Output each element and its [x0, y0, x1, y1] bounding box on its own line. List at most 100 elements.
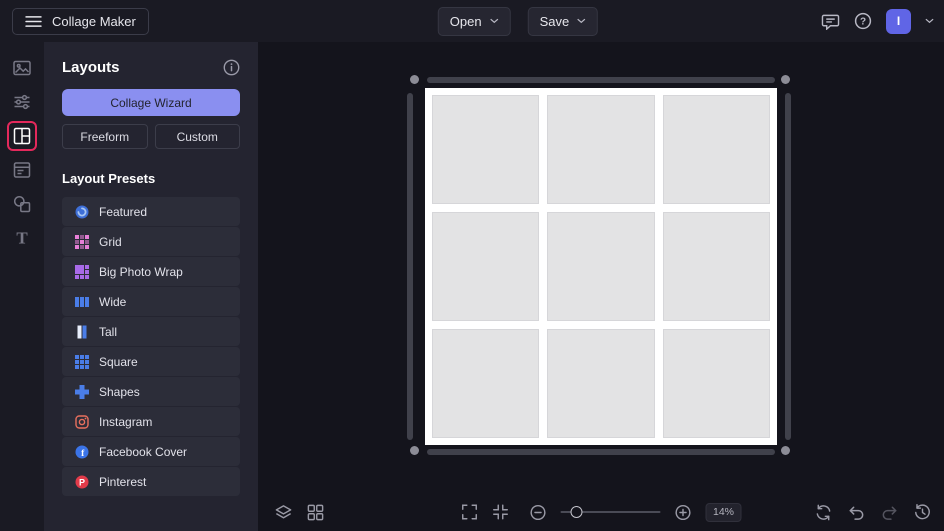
graphics-icon [12, 194, 32, 214]
zoom-slider-knob[interactable] [571, 506, 583, 518]
collage-canvas[interactable] [425, 88, 777, 445]
text-icon: T [12, 228, 32, 248]
preset-item-square[interactable]: Square [62, 347, 240, 376]
collage-cell[interactable] [663, 212, 770, 321]
redo-icon[interactable] [880, 503, 899, 522]
preset-item-big-photo-wrap[interactable]: Big Photo Wrap [62, 257, 240, 286]
save-button-label: Save [540, 14, 570, 29]
layouts-icon [12, 126, 32, 146]
info-icon[interactable] [223, 59, 240, 76]
canvas-corner-handle-bottom-right[interactable] [781, 446, 790, 455]
rail-item-graphics[interactable] [9, 191, 35, 217]
save-button[interactable]: Save [528, 7, 599, 36]
rail-item-photos[interactable] [9, 55, 35, 81]
collage-cell[interactable] [432, 95, 539, 204]
tool-rail: T [0, 42, 44, 531]
shapes-icon [75, 385, 89, 399]
zoom-out-icon[interactable] [529, 503, 548, 522]
collage-wizard-button[interactable]: Collage Wizard [62, 89, 240, 116]
refresh-canvas-icon[interactable] [814, 503, 833, 522]
preset-item-instagram[interactable]: Instagram [62, 407, 240, 436]
feedback-chat-icon[interactable] [821, 13, 840, 30]
canvas-resize-handle-right[interactable] [785, 93, 791, 440]
preset-item-featured[interactable]: Featured [62, 197, 240, 226]
open-button-label: Open [450, 14, 482, 29]
canvas-resize-handle-top[interactable] [427, 77, 775, 83]
app-title: Collage Maker [52, 14, 136, 29]
preset-item-facebook-cover[interactable]: f Facebook Cover [62, 437, 240, 466]
fit-to-screen-icon[interactable] [492, 503, 510, 521]
chevron-down-icon [577, 18, 586, 24]
canvas-corner-handle-top-right[interactable] [781, 75, 790, 84]
pinterest-icon: P [75, 475, 89, 489]
rail-item-layouts[interactable] [9, 123, 35, 149]
panel-title: Layouts [62, 59, 120, 76]
svg-text:?: ? [860, 17, 866, 28]
photos-icon [12, 58, 32, 78]
preset-label: Big Photo Wrap [99, 265, 183, 279]
preset-label: Shapes [99, 385, 140, 399]
chevron-down-icon [490, 18, 499, 24]
preset-label: Wide [99, 295, 126, 309]
help-icon[interactable]: ? [854, 12, 872, 30]
collage-cell[interactable] [547, 329, 654, 438]
zoom-level-value[interactable]: 14% [706, 503, 742, 522]
wide-icon [75, 295, 89, 309]
preset-item-grid[interactable]: Grid [62, 227, 240, 256]
canvas-resize-handle-left[interactable] [407, 93, 413, 440]
preset-item-pinterest[interactable]: P Pinterest [62, 467, 240, 496]
account-chevron-icon[interactable] [925, 18, 934, 24]
app-menu-button[interactable]: Collage Maker [12, 8, 149, 35]
collage-cell[interactable] [432, 329, 539, 438]
collage-cell[interactable] [663, 329, 770, 438]
adjust-sliders-icon [12, 92, 32, 112]
instagram-icon [75, 415, 89, 429]
svg-text:T: T [16, 229, 28, 248]
square-icon [75, 355, 89, 369]
pages-grid-icon[interactable] [306, 503, 325, 522]
grid-icon [75, 235, 89, 249]
open-button[interactable]: Open [438, 7, 511, 36]
fullscreen-icon[interactable] [461, 503, 479, 521]
tall-icon [75, 325, 89, 339]
zoom-slider[interactable] [561, 505, 661, 519]
topbar-right: ? I [821, 9, 934, 34]
freeform-button[interactable]: Freeform [62, 124, 148, 149]
rail-item-templates[interactable] [9, 157, 35, 183]
preset-label: Facebook Cover [99, 445, 187, 459]
layout-mode-buttons: Freeform Custom [62, 124, 240, 149]
preset-item-shapes[interactable]: Shapes [62, 377, 240, 406]
canvas-resize-handle-bottom[interactable] [427, 449, 775, 455]
undo-icon[interactable] [847, 503, 866, 522]
preset-item-tall[interactable]: Tall [62, 317, 240, 346]
canvas-corner-handle-top-left[interactable] [410, 75, 419, 84]
rail-item-edit[interactable] [9, 89, 35, 115]
topbar-center: Open Save [438, 7, 598, 36]
preset-label: Grid [99, 235, 122, 249]
preset-label: Tall [99, 325, 117, 339]
layout-preset-list: Featured Grid [62, 197, 240, 496]
preset-label: Featured [99, 205, 147, 219]
big-photo-wrap-icon [75, 265, 89, 279]
topbar: Collage Maker Open Save [0, 0, 944, 42]
custom-button[interactable]: Custom [155, 124, 241, 149]
collage-cell[interactable] [547, 212, 654, 321]
svg-text:P: P [79, 477, 85, 487]
bottom-toolbar: 14% [258, 493, 944, 531]
zoom-in-icon[interactable] [674, 503, 693, 522]
layer-manager-icon[interactable] [274, 503, 293, 522]
panel-header: Layouts [62, 58, 240, 76]
rail-item-text[interactable]: T [9, 225, 35, 251]
preset-item-wide[interactable]: Wide [62, 287, 240, 316]
preset-label: Pinterest [99, 475, 146, 489]
hamburger-menu-icon[interactable] [25, 15, 42, 28]
bottom-toolbar-left [274, 493, 325, 531]
collage-maker-app: Collage Maker Open Save [0, 0, 944, 531]
collage-cell[interactable] [432, 212, 539, 321]
canvas-corner-handle-bottom-left[interactable] [410, 446, 419, 455]
preset-label: Instagram [99, 415, 152, 429]
user-avatar[interactable]: I [886, 9, 911, 34]
collage-cell[interactable] [663, 95, 770, 204]
history-icon[interactable] [913, 503, 932, 522]
collage-cell[interactable] [547, 95, 654, 204]
